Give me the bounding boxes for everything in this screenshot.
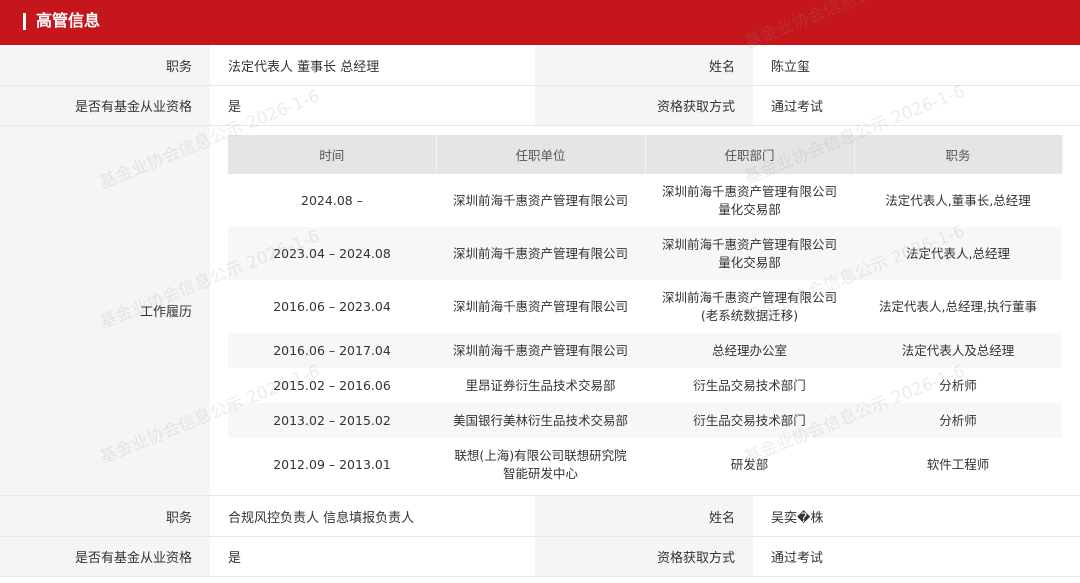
column-header-time: 时间 <box>228 135 437 174</box>
cell-time: 2023.04 – 2024.08 <box>228 227 436 280</box>
method-label: 资格获取方式 <box>535 86 753 125</box>
table-header-row: 时间 任职单位 任职部门 职务 <box>228 135 1063 174</box>
name-label: 姓名 <box>535 496 753 536</box>
section-title: 高管信息 <box>36 11 101 30</box>
cell-position: 分析师 <box>854 403 1062 438</box>
cell-time: 2024.08 – <box>228 174 436 227</box>
position-value: 法定代表人 董事长 总经理 <box>210 45 535 85</box>
info-row-position: 职务 合规风控负责人 信息填报负责人 姓名 吴奕�株 <box>0 496 1080 537</box>
cell-company: 深圳前海千惠资产管理有限公司 <box>436 227 645 280</box>
table-row: 2013.02 – 2015.02 美国银行美林衍生品技术交易部 衍生品交易技术… <box>228 403 1062 438</box>
position-label: 职务 <box>0 496 210 536</box>
cell-time: 2016.06 – 2023.04 <box>228 280 436 333</box>
table-row: 2016.06 – 2023.04 深圳前海千惠资产管理有限公司 深圳前海千惠资… <box>228 280 1062 333</box>
method-value: 通过考试 <box>753 537 1080 576</box>
cell-department: 衍生品交易技术部门 <box>645 403 854 438</box>
cell-position: 法定代表人,总经理 <box>854 227 1062 280</box>
work-experience-row: 工作履历 时间 任职单位 任职部门 职务 2024.08 – 深圳前海千惠资产管… <box>0 126 1080 496</box>
table-row: 2012.09 – 2013.01 联想(上海)有限公司联想研究院智能研发中心 … <box>228 438 1062 491</box>
cell-department: 衍生品交易技术部门 <box>645 368 854 403</box>
column-header-department: 任职部门 <box>645 135 855 174</box>
table-row: 2016.06 – 2017.04 深圳前海千惠资产管理有限公司 总经理办公室 … <box>228 333 1062 368</box>
work-experience-table: 时间 任职单位 任职部门 职务 2024.08 – 深圳前海千惠资产管理有限公司… <box>228 135 1063 491</box>
column-header-position: 职务 <box>854 135 1063 174</box>
cell-time: 2012.09 – 2013.01 <box>228 438 436 491</box>
cell-position: 法定代表人及总经理 <box>854 333 1062 368</box>
cell-time: 2013.02 – 2015.02 <box>228 403 436 438</box>
cell-position: 软件工程师 <box>854 438 1062 491</box>
method-value: 通过考试 <box>753 86 1080 125</box>
cell-company: 深圳前海千惠资产管理有限公司 <box>436 333 645 368</box>
cell-company: 里昂证券衍生品技术交易部 <box>436 368 645 403</box>
cell-company: 深圳前海千惠资产管理有限公司 <box>436 280 645 333</box>
cell-department: 深圳前海千惠资产管理有限公司量化交易部 <box>645 227 854 280</box>
cell-company: 美国银行美林衍生品技术交易部 <box>436 403 645 438</box>
method-label: 资格获取方式 <box>535 537 753 576</box>
position-label: 职务 <box>0 45 210 85</box>
header-accent-bar <box>23 13 26 30</box>
cell-department: 研发部 <box>645 438 854 491</box>
cell-department: 深圳前海千惠资产管理有限公司(老系统数据迁移) <box>645 280 854 333</box>
name-value: 陈立玺 <box>753 45 1080 85</box>
cell-company: 深圳前海千惠资产管理有限公司 <box>436 174 645 227</box>
qualification-value: 是 <box>210 86 535 125</box>
cell-position: 法定代表人,总经理,执行董事 <box>854 280 1062 333</box>
cell-company: 联想(上海)有限公司联想研究院智能研发中心 <box>436 438 645 491</box>
info-row-position: 职务 法定代表人 董事长 总经理 姓名 陈立玺 <box>0 45 1080 86</box>
cell-time: 2015.02 – 2016.06 <box>228 368 436 403</box>
cell-position: 分析师 <box>854 368 1062 403</box>
info-row-qualification: 是否有基金从业资格 是 资格获取方式 通过考试 <box>0 537 1080 577</box>
cell-department: 深圳前海千惠资产管理有限公司量化交易部 <box>645 174 854 227</box>
work-experience-label: 工作履历 <box>0 126 210 495</box>
table-row: 2023.04 – 2024.08 深圳前海千惠资产管理有限公司 深圳前海千惠资… <box>228 227 1062 280</box>
info-row-qualification: 是否有基金从业资格 是 资格获取方式 通过考试 <box>0 86 1080 126</box>
position-value: 合规风控负责人 信息填报负责人 <box>210 496 535 536</box>
cell-position: 法定代表人,董事长,总经理 <box>854 174 1062 227</box>
qualification-value: 是 <box>210 537 535 576</box>
name-label: 姓名 <box>535 45 753 85</box>
cell-time: 2016.06 – 2017.04 <box>228 333 436 368</box>
qualification-label: 是否有基金从业资格 <box>0 86 210 125</box>
section-header: 高管信息 <box>0 0 1080 45</box>
name-value: 吴奕�株 <box>753 496 1080 536</box>
qualification-label: 是否有基金从业资格 <box>0 537 210 576</box>
table-row: 2024.08 – 深圳前海千惠资产管理有限公司 深圳前海千惠资产管理有限公司量… <box>228 174 1062 227</box>
cell-department: 总经理办公室 <box>645 333 854 368</box>
column-header-company: 任职单位 <box>436 135 646 174</box>
table-row: 2015.02 – 2016.06 里昂证券衍生品技术交易部 衍生品交易技术部门… <box>228 368 1062 403</box>
